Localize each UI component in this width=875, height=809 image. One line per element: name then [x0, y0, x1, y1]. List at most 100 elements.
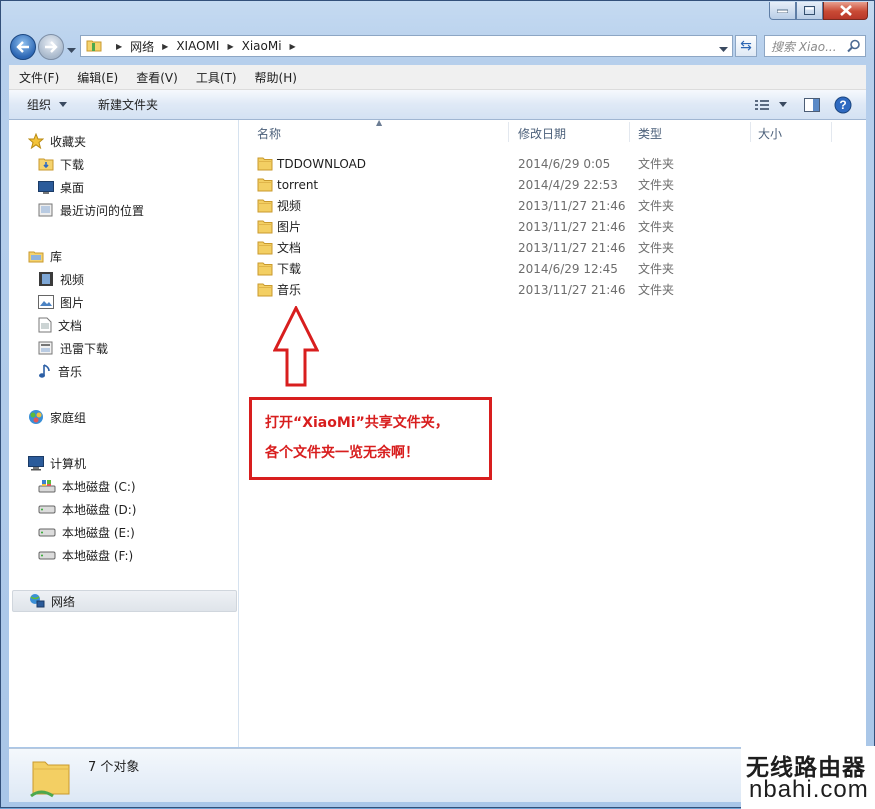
refresh-button[interactable]: ⇆	[735, 35, 757, 57]
view-controls: ?	[754, 90, 866, 119]
arrow-right-icon	[45, 41, 58, 53]
help-button[interactable]: ?	[834, 96, 852, 114]
breadcrumb-network[interactable]: 网络 ▶	[130, 38, 176, 55]
new-folder-button[interactable]: 新建文件夹	[98, 96, 158, 113]
watermark-en: nbahi.com	[749, 776, 869, 803]
nav-item-drive-c[interactable]: 本地磁盘 (C:)	[38, 475, 136, 497]
file-row[interactable]: 音乐 2013/11/27 21:46 文件夹	[239, 279, 866, 300]
nav-network[interactable]: 网络	[12, 590, 237, 612]
desktop-icon	[38, 180, 54, 194]
maximize-button[interactable]	[796, 2, 823, 20]
nav-item-thunder-downloads[interactable]: 迅雷下载	[38, 337, 108, 359]
nav-homegroup[interactable]: 家庭组	[28, 406, 86, 428]
forward-button[interactable]	[38, 34, 64, 60]
annotation-line-2: 各个文件夹一览无余啊！	[265, 445, 419, 461]
nav-item-drive-e[interactable]: 本地磁盘 (E:)	[38, 521, 135, 543]
column-type[interactable]: 类型	[630, 120, 751, 146]
menu-help[interactable]: 帮助(H)	[245, 69, 305, 86]
file-date-modified: 2014/6/29 0:05	[518, 156, 611, 171]
nav-item-drive-f[interactable]: 本地磁盘 (F:)	[38, 544, 133, 566]
change-view-button[interactable]	[754, 99, 790, 111]
organize-button[interactable]: 组织	[27, 96, 70, 113]
file-name: TDDOWNLOAD	[277, 156, 367, 171]
music-icon	[38, 363, 52, 379]
file-name: 文档	[277, 241, 302, 255]
nav-item-pictures[interactable]: 图片	[38, 291, 84, 313]
close-icon	[839, 5, 852, 16]
file-date-modified: 2013/11/27 21:46	[518, 198, 626, 213]
folder-icon	[257, 240, 273, 258]
nav-item-recent-places[interactable]: 最近访问的位置	[38, 199, 144, 221]
file-name: 视频	[277, 199, 302, 213]
breadcrumb-xiaomi-host[interactable]: XIAOMI ▶	[176, 39, 241, 53]
caption-buttons	[769, 2, 868, 20]
preview-pane-button[interactable]	[804, 97, 820, 112]
folder-icon	[257, 219, 273, 237]
file-type: 文件夹	[638, 241, 675, 255]
file-row[interactable]: torrent 2014/4/29 22:53 文件夹	[239, 174, 866, 195]
recent-pages-dropdown[interactable]	[67, 43, 76, 57]
svg-text:?: ?	[839, 98, 846, 112]
nav-item-downloads[interactable]: 下载	[38, 153, 84, 175]
nav-item-drive-d[interactable]: 本地磁盘 (D:)	[38, 498, 136, 520]
column-date-modified[interactable]: 修改日期	[509, 120, 630, 146]
minimize-button[interactable]	[769, 2, 796, 20]
minimize-icon	[777, 9, 788, 13]
nav-item-desktop[interactable]: 桌面	[38, 176, 84, 198]
nav-favorites[interactable]: 收藏夹	[28, 130, 86, 152]
nav-item-documents[interactable]: 文档	[38, 314, 82, 336]
view-list-icon	[755, 99, 769, 110]
item-count: 7 个对象	[88, 760, 140, 775]
breadcrumb-separator-icon[interactable]: ▶	[227, 42, 233, 51]
file-type: 文件夹	[638, 262, 675, 276]
file-row[interactable]: 视频 2013/11/27 21:46 文件夹	[239, 195, 866, 216]
hard-drive-icon	[38, 502, 56, 516]
breadcrumb-root[interactable]: ▶	[108, 42, 130, 51]
folder-icon	[257, 282, 273, 300]
address-bar[interactable]: ▶ 网络 ▶ XIAOMI ▶ XiaoMi ▶	[80, 35, 733, 57]
breadcrumb-separator-icon[interactable]: ▶	[116, 42, 122, 51]
file-row[interactable]: 文档 2013/11/27 21:46 文件夹	[239, 237, 866, 258]
file-row[interactable]: 图片 2013/11/27 21:46 文件夹	[239, 216, 866, 237]
network-icon	[29, 593, 45, 609]
folder-icon	[257, 177, 273, 195]
downloads-folder-icon	[38, 156, 54, 172]
close-button[interactable]	[823, 2, 868, 20]
file-row[interactable]: TDDOWNLOAD 2014/6/29 0:05 文件夹	[239, 153, 866, 174]
chevron-down-icon	[719, 47, 728, 52]
column-header: 名称 ▲ 修改日期 类型 大小	[239, 118, 866, 146]
address-dropdown[interactable]	[719, 42, 728, 56]
file-type: 文件夹	[638, 199, 675, 213]
menu-edit[interactable]: 编辑(E)	[67, 69, 126, 86]
nav-computer[interactable]: 计算机	[28, 452, 86, 474]
menu-file[interactable]: 文件(F)	[9, 69, 67, 86]
arrow-left-icon	[16, 41, 29, 53]
nav-libraries[interactable]: 库	[28, 245, 62, 267]
column-name[interactable]: 名称 ▲	[239, 118, 509, 146]
breadcrumb-separator-icon[interactable]: ▶	[162, 42, 168, 51]
breadcrumb-separator-icon[interactable]: ▶	[290, 42, 296, 51]
refresh-icon: ⇆	[740, 38, 752, 54]
breadcrumb-xiaomi-share[interactable]: XiaoMi ▶	[242, 39, 304, 53]
site-watermark: 无线路由器 nbahi.com	[741, 746, 875, 809]
computer-icon	[28, 455, 44, 471]
column-size[interactable]: 大小	[751, 120, 832, 146]
help-icon: ?	[834, 96, 852, 113]
system-drive-icon	[38, 478, 56, 494]
video-icon	[38, 271, 54, 287]
file-row[interactable]: 下载 2014/6/29 12:45 文件夹	[239, 258, 866, 279]
recent-places-icon	[38, 202, 54, 218]
nav-item-videos[interactable]: 视频	[38, 268, 84, 290]
search-input[interactable]: 搜索 Xiao...	[764, 35, 866, 57]
nav-item-music[interactable]: 音乐	[38, 360, 82, 382]
command-bar: 组织 新建文件夹 ?	[9, 90, 866, 120]
thunder-downloads-icon	[38, 340, 54, 356]
menu-tools[interactable]: 工具(T)	[186, 69, 245, 86]
file-type: 文件夹	[638, 283, 675, 297]
back-button[interactable]	[10, 34, 36, 60]
menu-view[interactable]: 查看(V)	[126, 69, 186, 86]
menu-bar: 文件(F) 编辑(E) 查看(V) 工具(T) 帮助(H)	[9, 65, 866, 90]
file-date-modified: 2013/11/27 21:46	[518, 240, 626, 255]
network-folder-icon	[86, 37, 102, 56]
search-icon	[847, 39, 861, 56]
